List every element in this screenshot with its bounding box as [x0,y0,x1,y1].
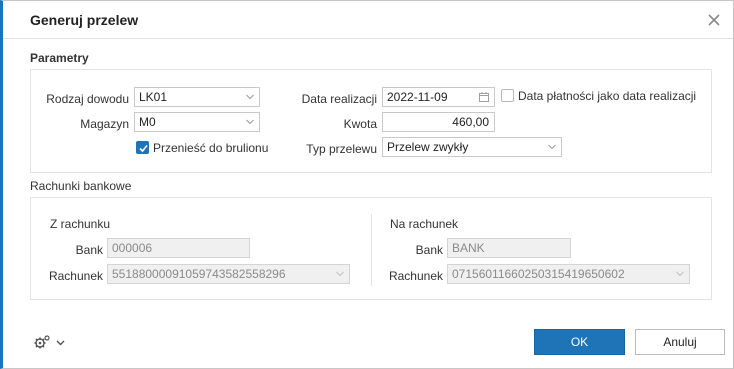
rodzaj-dowodu-value: LK01 [139,90,168,104]
data-platnosci-label: Data płatności jako data realizacji [518,89,697,103]
checkmark-icon [139,144,148,153]
chevron-down-icon [676,271,684,277]
gear-icon [34,335,65,349]
kwota-label: Kwota [343,117,377,131]
typ-przelewu-label: Typ przelewu [306,142,377,156]
na-bank-label: Bank [415,243,443,257]
chevron-down-icon [548,144,556,150]
rachunki-section-title: Rachunki bankowe [30,179,132,193]
chevron-down-icon [246,94,254,100]
data-realizacji-label: Data realizacji [301,92,377,106]
z-bank-label: Bank [75,243,103,257]
data-realizacji-value: 2022-11-09 [387,90,448,104]
chevron-down-icon [336,271,344,277]
ok-button[interactable]: OK [534,329,625,355]
z-rachunek-field: 55188000091059743582558296 [107,264,350,284]
z-bank-field: 000006 [107,238,250,258]
chevron-down-icon [246,119,254,125]
typ-przelewu-select[interactable]: Przelew zwykły [382,137,562,157]
na-rachunek-title: Na rachunek [390,217,459,231]
data-platnosci-checkbox[interactable] [501,89,514,102]
kwota-value: 460,00 [452,115,489,129]
magazyn-select[interactable]: M0 [134,112,260,132]
z-rachunek-value: 55188000091059743582558296 [112,267,286,281]
z-rachunku-title: Z rachunku [50,217,111,231]
settings-menu-button[interactable] [33,334,69,350]
generuj-przelew-dialog: Generuj przelew Parametry Rodzaj dowodu … [0,0,734,369]
na-rachunek-field: 07156011660250315419650602 [447,264,690,284]
z-bank-value: 000006 [112,241,153,255]
dialog-titlebar: Generuj przelew [3,1,733,39]
close-icon[interactable] [705,11,723,29]
cancel-button[interactable]: Anuluj [635,329,725,355]
magazyn-label: Magazyn [80,117,129,131]
przenies-do-brulionu-checkbox[interactable] [136,141,149,154]
na-bank-field: BANK [447,238,571,258]
na-rachunek-value: 07156011660250315419650602 [452,267,625,281]
typ-przelewu-value: Przelew zwykły [387,140,469,154]
magazyn-value: M0 [139,115,156,129]
na-rachunek-label: Rachunek [388,269,443,283]
przenies-do-brulionu-label: Przenieść do brulionu [153,141,269,155]
dialog-title: Generuj przelew [30,12,139,28]
kwota-input[interactable]: 460,00 [382,112,495,132]
rachunki-divider [371,214,372,286]
rodzaj-dowodu-select[interactable]: LK01 [134,87,260,107]
na-bank-value: BANK [452,241,485,255]
parametry-section-title: Parametry [30,51,89,65]
calendar-icon[interactable] [479,92,489,102]
data-realizacji-input[interactable]: 2022-11-09 [382,87,495,107]
rodzaj-dowodu-label: Rodzaj dowodu [46,92,129,106]
z-rachunek-label: Rachunek [48,269,103,283]
